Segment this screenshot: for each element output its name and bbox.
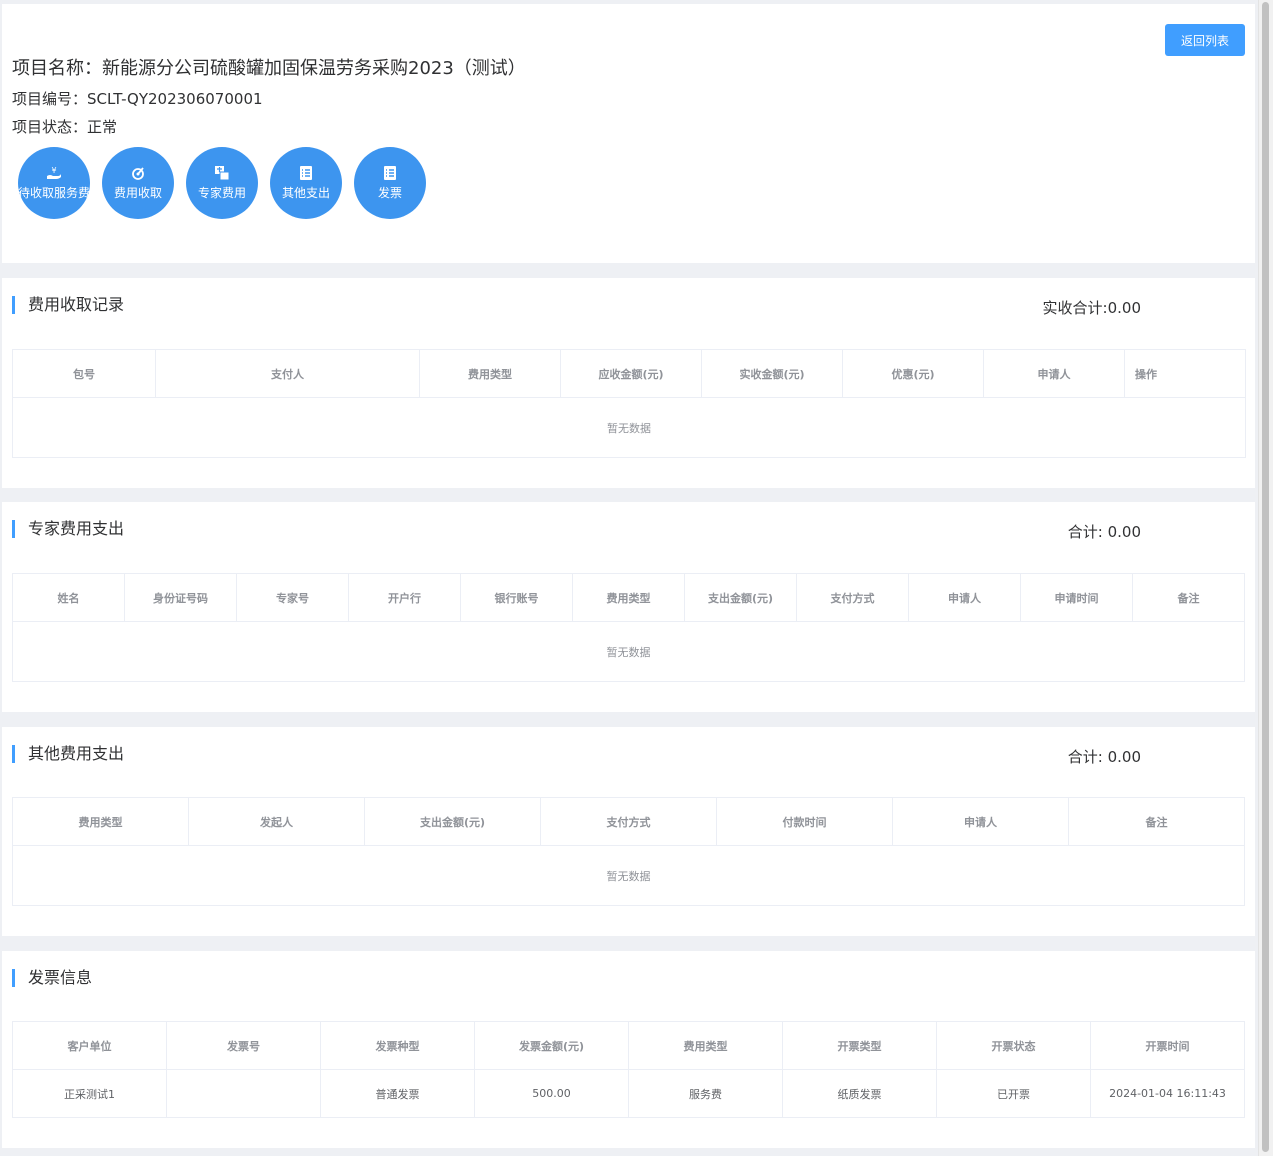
pending-service-fee-label: 待收取服务费 (18, 186, 90, 200)
column-header: 开票状态 (936, 1021, 1091, 1070)
column-header: 申请人 (983, 349, 1125, 398)
invoice-icon (384, 166, 396, 180)
column-header: 支付人 (155, 349, 420, 398)
fee-records-total: 实收合计:0.00 (1042, 299, 1141, 317)
invoices-title: 发票信息 (12, 969, 92, 987)
scrollbar-thumb[interactable] (1262, 2, 1269, 1152)
other-fees-card: 其他费用支出 合计: 0.00 费用类型 发起人 支出金额(元) 支付方式 付款… (2, 727, 1255, 936)
fee-records-title: 费用收取记录 (12, 296, 124, 314)
other-expense-icon (300, 166, 312, 180)
column-header: 费用类型 (628, 1021, 783, 1070)
expert-fee-label: 专家费用 (197, 186, 246, 200)
column-header: 费用类型 (419, 349, 561, 398)
other-expense-button[interactable]: 其他支出 (270, 147, 342, 219)
cell-fee-type: 服务费 (628, 1069, 783, 1118)
fee-records-table: 包号 支付人 费用类型 应收金额(元) 实收金额(元) 优惠(元) 申请人 操作… (12, 349, 1246, 458)
column-header: 客户单位 (12, 1021, 167, 1070)
project-header-card: 返回列表 项目名称：新能源分公司硫酸罐加固保温劳务采购2023（测试） 项目编号… (2, 4, 1255, 263)
project-status: 项目状态：正常 (12, 118, 118, 136)
column-header: 专家号 (236, 573, 349, 622)
column-header: 发起人 (188, 797, 365, 846)
back-to-list-button[interactable]: 返回列表 (1165, 24, 1245, 56)
empty-state: 暂无数据 (12, 845, 1245, 906)
column-header: 支付方式 (796, 573, 909, 622)
column-header: 申请人 (892, 797, 1069, 846)
table-header-row: 费用类型 发起人 支出金额(元) 支付方式 付款时间 申请人 备注 (12, 797, 1245, 846)
other-fees-title: 其他费用支出 (12, 745, 124, 763)
project-name: 项目名称：新能源分公司硫酸罐加固保温劳务采购2023（测试） (12, 58, 526, 79)
column-header: 发票种型 (320, 1021, 475, 1070)
table-header-row: 客户单位 发票号 发票种型 发票金额(元) 费用类型 开票类型 开票状态 开票时… (12, 1021, 1245, 1070)
column-header: 姓名 (12, 573, 125, 622)
expert-fees-title: 专家费用支出 (12, 520, 124, 538)
column-header: 应收金额(元) (560, 349, 702, 398)
expert-fee-button[interactable]: 专家费用 (186, 147, 258, 219)
invoices-card: 发票信息 客户单位 发票号 发票种型 发票金额(元) 费用类型 开票类型 开票状… (2, 951, 1255, 1148)
column-header: 费用类型 (572, 573, 685, 622)
action-buttons: ¥ 待收取服务费 费用收取 专家费用 其他支出 发票 (18, 147, 426, 219)
pending-service-fee-button[interactable]: ¥ 待收取服务费 (18, 147, 90, 219)
table-row: 正采测试1 普通发票 500.00 服务费 纸质发票 已开票 2024-01-0… (12, 1069, 1245, 1118)
column-header: 发票金额(元) (474, 1021, 629, 1070)
column-header: 银行账号 (460, 573, 573, 622)
table-header-row: 包号 支付人 费用类型 应收金额(元) 实收金额(元) 优惠(元) 申请人 操作 (12, 349, 1246, 398)
column-header: 备注 (1132, 573, 1245, 622)
other-expense-label: 其他支出 (281, 186, 330, 200)
table-header-row: 姓名 身份证号码 专家号 开户行 银行账号 费用类型 支出金额(元) 支付方式 … (12, 573, 1245, 622)
svg-text:¥: ¥ (51, 166, 56, 175)
column-header: 开票时间 (1090, 1021, 1245, 1070)
column-header: 开户行 (348, 573, 461, 622)
column-header: 包号 (12, 349, 156, 398)
column-header: 优惠(元) (842, 349, 984, 398)
expert-fees-card: 专家费用支出 合计: 0.00 姓名 身份证号码 专家号 开户行 银行账号 费用… (2, 502, 1255, 712)
column-header: 发票号 (166, 1021, 321, 1070)
fee-collect-label: 费用收取 (113, 186, 162, 200)
fee-collect-button[interactable]: 费用收取 (102, 147, 174, 219)
project-code: 项目编号：SCLT-QY202306070001 (12, 90, 263, 108)
empty-state: 暂无数据 (12, 397, 1246, 458)
column-header: 付款时间 (716, 797, 893, 846)
column-header: 支出金额(元) (364, 797, 541, 846)
expert-fees-table: 姓名 身份证号码 专家号 开户行 银行账号 费用类型 支出金额(元) 支付方式 … (12, 573, 1245, 682)
cell-issue-status: 已开票 (936, 1069, 1091, 1118)
column-header: 身份证号码 (124, 573, 237, 622)
column-header: 实收金额(元) (701, 349, 843, 398)
cell-invoice-kind: 普通发票 (320, 1069, 475, 1118)
invoice-button[interactable]: 发票 (354, 147, 426, 219)
column-header: 费用类型 (12, 797, 189, 846)
cell-invoice-number (166, 1069, 321, 1118)
fee-records-card: 费用收取记录 实收合计:0.00 包号 支付人 费用类型 应收金额(元) 实收金… (2, 278, 1255, 488)
column-header: 支付方式 (540, 797, 717, 846)
fee-collect-icon (132, 167, 144, 180)
cell-issue-type: 纸质发票 (782, 1069, 937, 1118)
service-fee-icon: ¥ (47, 166, 61, 179)
column-header: 备注 (1068, 797, 1245, 846)
other-fees-table: 费用类型 发起人 支出金额(元) 支付方式 付款时间 申请人 备注 暂无数据 (12, 797, 1245, 906)
column-header: 申请时间 (1020, 573, 1133, 622)
column-header: 开票类型 (782, 1021, 937, 1070)
invoices-table: 客户单位 发票号 发票种型 发票金额(元) 费用类型 开票类型 开票状态 开票时… (12, 1021, 1245, 1118)
expert-fee-icon (215, 166, 230, 181)
cell-customer: 正采测试1 (12, 1069, 167, 1118)
cell-invoice-amount: 500.00 (474, 1069, 629, 1118)
column-header: 支出金额(元) (684, 573, 797, 622)
cell-issue-time: 2024-01-04 16:11:43 (1090, 1069, 1245, 1118)
other-fees-total: 合计: 0.00 (1067, 748, 1141, 766)
empty-state: 暂无数据 (12, 621, 1245, 682)
expert-fees-total: 合计: 0.00 (1067, 523, 1141, 541)
column-header: 操作 (1124, 349, 1246, 398)
invoice-label: 发票 (377, 186, 402, 200)
page-scrollbar[interactable] (1258, 0, 1273, 1156)
column-header: 申请人 (908, 573, 1021, 622)
